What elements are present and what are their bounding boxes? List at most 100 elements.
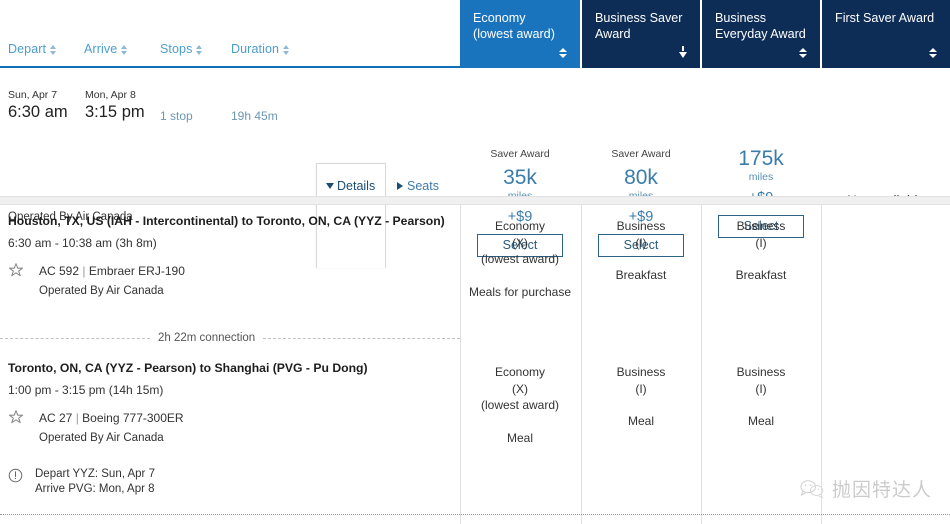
divider-line [263,337,460,339]
award-type-label: Saver Award [611,148,671,160]
warning-line-1: Depart YYZ: Sun, Apr 7 [35,468,155,480]
segment-flight-line: AC 592 | Embraer ERJ-190 [8,263,460,278]
segment-times: 6:30 am - 10:38 am (3h 8m) [8,236,157,250]
cabin-header-line1: Business Saver [595,11,683,25]
segment-1-cabin-business-everyday: Business (I) Breakfast [702,218,820,284]
tab-first-saver-award[interactable]: First Saver Award [822,0,950,68]
details-label: Details [337,179,376,193]
overnight-warning: Depart YYZ: Sun, Apr 7 Arrive PVG: Mon, … [8,467,155,497]
segment-aircraft: Boeing 777-300ER [82,411,184,425]
sort-arrows-icon[interactable] [559,48,567,58]
sort-arrows-icon [121,44,128,55]
cabin-name: Business [616,365,666,379]
sort-depart-label: Depart [8,42,47,56]
exclamation-circle-icon [8,468,23,483]
cabin-header-line1: Economy [473,11,526,25]
results-header: Depart Arrive Stops Duration Economy (lo… [0,0,950,68]
segment-flight-number: AC 592 [39,264,80,278]
sort-stops-label: Stops [160,42,193,56]
sort-down-icon[interactable] [679,46,687,58]
cabin-code: (I) [635,381,647,396]
depart-time: 6:30 am [8,103,68,121]
segment-route: Toronto, ON, CA (YYZ - Pearson) to Shang… [8,361,368,375]
cabin-meal: Meal [506,430,533,445]
star-alliance-icon [8,263,24,277]
segment-1-cabin-economy: Economy (X) (lowest award) Meals for pur… [460,218,580,300]
cabin-meal: Meals for purchase [468,284,572,299]
duration-value: 19h 45m [231,109,278,123]
connection-divider: 2h 22m connection [0,331,460,345]
segment-operated-by: Operated By Air Canada [39,432,164,444]
seats-toggle[interactable]: Seats [397,179,439,193]
cabin-note: (lowest award) [480,398,560,412]
segment-1-cabin-business-saver: Business (I) Breakfast [582,218,700,284]
cabin-header-line2: Award [595,27,631,41]
award-miles: 35k [503,166,537,189]
cabin-code: (X) [512,381,528,396]
divider-line [0,337,150,339]
sort-arrows-icon [283,44,290,55]
segment-times: 1:00 pm - 3:15 pm (14h 15m) [8,383,164,397]
sort-duration[interactable]: Duration [231,42,290,56]
segment-1: Houston, TX, US (IAH - Intercontinental)… [0,214,460,297]
cabin-meal: Meal [747,414,774,428]
itinerary-summary-left: Sun, Apr 7 6:30 am Mon, Apr 8 3:15 pm 1 … [0,68,460,223]
award-miles: 80k [624,166,658,189]
tab-business-everyday-award[interactable]: Business Everyday Award [702,0,820,68]
segment-aircraft: Embraer ERJ-190 [88,264,185,278]
segment-flight-number: AC 27 [39,411,73,425]
cabin-meal: Breakfast [615,268,667,282]
sort-stops[interactable]: Stops [160,42,203,56]
section-divider [0,196,950,205]
sort-duration-label: Duration [231,42,280,56]
tab-business-saver-award[interactable]: Business Saver Award [582,0,700,68]
cabin-name: Business [736,365,786,379]
seats-label: Seats [407,179,439,193]
chevron-right-icon [397,182,403,190]
award-miles: 175k [738,147,784,170]
watermark: 抛因特达人 [799,475,932,502]
cabin-header-line2: (lowest award) [473,27,555,41]
sort-arrows-icon[interactable] [799,48,807,58]
itinerary-summary-row: Sun, Apr 7 6:30 am Mon, Apr 8 3:15 pm 1 … [0,68,950,268]
stops-value: 1 stop [160,109,193,123]
cabin-header-line1: Business [715,11,767,25]
chevron-down-icon [326,183,334,189]
watermark-text: 抛因特达人 [831,479,932,501]
segment-flight-line: AC 27 | Boeing 777-300ER [8,410,460,425]
sort-arrows-icon [196,44,203,55]
cabin-code: (I) [635,235,647,250]
tab-economy-lowest-award[interactable]: Economy (lowest award) [460,0,580,68]
segment-route: Houston, TX, US (IAH - Intercontinental)… [8,214,445,228]
cabin-meal: Breakfast [735,268,787,282]
sort-arrows-icon[interactable] [929,48,937,58]
segment-2-cabin-business-everyday: Business (I) Meal [702,364,820,430]
depart-date: Sun, Apr 7 [8,89,58,101]
cabin-name: Business [616,219,666,233]
segment-2-cabin-economy: Economy (X) (lowest award) Meal [460,364,580,446]
cabin-name: Economy [494,365,546,379]
cabin-column-headers: Economy (lowest award) Business Saver Aw… [460,0,950,68]
warning-line-2: Arrive PVG: Mon, Apr 8 [35,483,155,495]
segment-operated-by: Operated By Air Canada [39,285,164,297]
sort-bar: Depart Arrive Stops Duration [0,0,460,68]
bottom-divider [0,514,950,515]
sort-arrows-icon [50,44,57,55]
cabin-header-line1: First Saver Award [835,11,935,25]
cabin-code: (I) [755,381,767,396]
details-toggle[interactable]: Details [326,179,375,193]
award-miles-unit: miles [748,171,774,183]
award-search-results: Depart Arrive Stops Duration Economy (lo… [0,0,950,524]
arrive-date: Mon, Apr 8 [85,89,136,101]
sort-depart[interactable]: Depart [8,42,57,56]
arrive-time: 3:15 pm [85,103,145,121]
cabin-code: (X) [512,235,528,250]
sort-arrive[interactable]: Arrive [84,42,128,56]
award-type-label: Saver Award [490,148,550,160]
segment-2-cabin-business-saver: Business (I) Meal [582,364,700,430]
wechat-logo-icon [800,479,824,498]
connection-text: 2h 22m connection [158,332,256,344]
cabin-code: (I) [755,235,767,250]
cabin-header-line2: Everyday Award [715,27,806,41]
segment-2: Toronto, ON, CA (YYZ - Pearson) to Shang… [0,361,460,444]
